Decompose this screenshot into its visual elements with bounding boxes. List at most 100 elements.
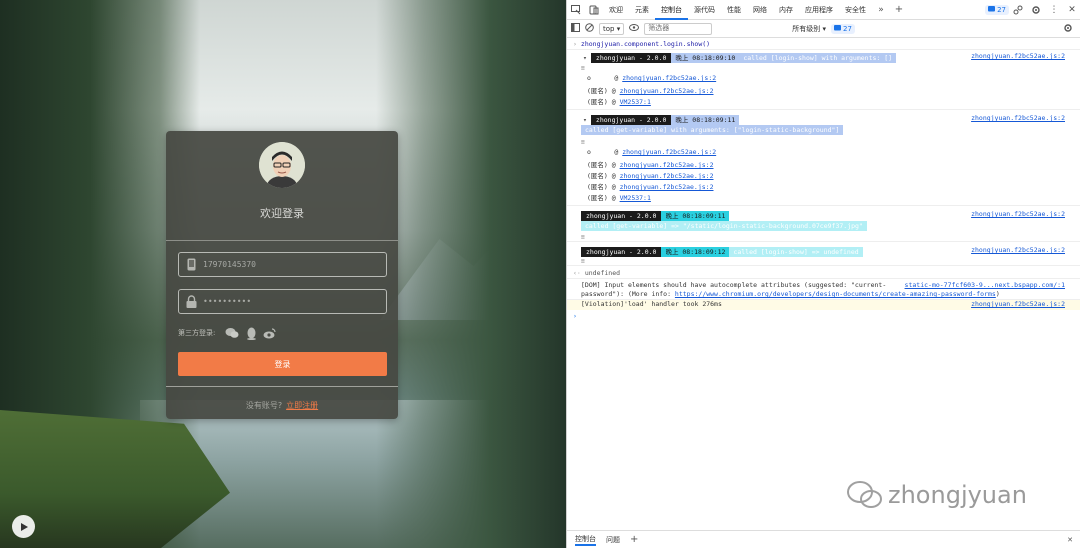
eye-icon[interactable]: [629, 24, 640, 33]
devtools-panel: 欢迎 元素 控制台 源代码 性能 网络 内存 应用程序 安全性 » + 27 ⋮…: [566, 0, 1080, 548]
divider: [166, 240, 398, 241]
stack-link[interactable]: VM2537:1: [620, 194, 651, 202]
tab-application[interactable]: 应用程序: [799, 0, 839, 20]
close-icon[interactable]: ✕: [1063, 0, 1080, 20]
phone-icon: [185, 258, 197, 272]
stack-link[interactable]: zhongjyuan.f2bc52ae.js:2: [620, 183, 714, 191]
stack-prefix: (匿名) @: [587, 194, 616, 202]
register-link[interactable]: 立即注册: [286, 401, 318, 410]
tab-network[interactable]: 网络: [747, 0, 773, 20]
stack-link[interactable]: zhongjyuan.f2bc52ae.js:2: [622, 74, 716, 82]
connect-icon[interactable]: [1009, 0, 1027, 20]
context-select[interactable]: top ▾: [599, 22, 625, 35]
tab-console[interactable]: 控制台: [655, 0, 688, 20]
dom-message-text: [DOM] Input elements should have autocom…: [581, 281, 887, 289]
log-time: 晚上 08:18:09:11: [671, 115, 740, 125]
tab-security[interactable]: 安全性: [839, 0, 872, 20]
inspect-icon[interactable]: [567, 0, 585, 20]
play-icon: [20, 522, 28, 531]
source-link[interactable]: zhongjyuan.f2bc52ae.js:2: [971, 210, 1065, 218]
more-tabs-icon[interactable]: »: [872, 0, 890, 20]
phone-input[interactable]: [203, 260, 373, 269]
console-settings-icon[interactable]: [1063, 23, 1073, 35]
stack-frame: (匿名) @ zhongjyuan.f2bc52ae.js:2: [587, 85, 1080, 95]
password-input[interactable]: [203, 297, 373, 306]
dom-message-text: password"): (More info:: [581, 290, 675, 298]
tab-welcome[interactable]: 欢迎: [603, 0, 629, 20]
stack-frame: (匿名) @ VM2537:1: [587, 192, 1080, 202]
levels-value: 所有级别: [792, 24, 821, 33]
stack-link[interactable]: zhongjyuan.f2bc52ae.js:2: [620, 87, 714, 95]
source-link[interactable]: zhongjyuan.f2bc52ae.js:2: [971, 52, 1065, 60]
close-drawer-icon[interactable]: ✕: [1067, 536, 1073, 544]
stack-frame: o @ zhongjyuan.f2bc52ae.js:2: [587, 74, 717, 82]
violation-text: [Violation]'load' handler took 276ms: [581, 300, 722, 308]
sidebar-toggle-icon[interactable]: [571, 23, 580, 34]
register-row: 没有账号? 立即注册: [166, 400, 398, 411]
console-prompt[interactable]: ›: [573, 312, 1080, 320]
lock-icon: [185, 295, 197, 309]
play-button[interactable]: [12, 515, 35, 538]
levels-badge[interactable]: 27: [830, 23, 855, 34]
levels-select[interactable]: 所有级别 ▾: [792, 24, 826, 34]
wechat-icon[interactable]: [225, 326, 239, 340]
stack-prefix: (匿名) @: [587, 172, 616, 180]
password-field[interactable]: [178, 289, 387, 314]
log-tag: zhongjyuan - 2.0.0: [590, 53, 672, 63]
clear-console-icon[interactable]: [585, 23, 594, 34]
stack-link[interactable]: zhongjyuan.f2bc52ae.js:2: [620, 172, 714, 180]
log-message: called [login-show] with arguments: []: [739, 53, 897, 63]
levels-count: 27: [842, 24, 852, 33]
log-time: 晚上 08:18:09:10: [671, 53, 740, 63]
drawer-tab-issues[interactable]: 问题: [606, 535, 620, 545]
tab-memory[interactable]: 内存: [773, 0, 799, 20]
third-party-label: 第三方登录:: [178, 329, 216, 337]
drawer-tab-bar: 控制台 问题 + ✕: [567, 530, 1080, 548]
phone-field[interactable]: [178, 252, 387, 277]
stack-prefix: (匿名) @: [587, 161, 616, 169]
log-group-header[interactable]: ▾ zhongjyuan - 2.0.0 晚上 08:18:09:11 zhongj…: [567, 114, 1080, 125]
stack-prefix: (匿名) @: [587, 98, 616, 106]
stack-frame: o @ zhongjyuan.f2bc52ae.js:2: [587, 148, 717, 156]
source-link[interactable]: zhongjyuan.f2bc52ae.js:2: [971, 300, 1065, 308]
filter-input[interactable]: [644, 22, 713, 35]
stack-prefix: (匿名) @: [587, 183, 616, 191]
console-output: › zhongjyuan.component.login.show() ▾ zhon…: [567, 38, 1080, 530]
dom-info-link[interactable]: https://www.chromium.org/developers/desi…: [675, 290, 996, 298]
qq-icon[interactable]: [244, 326, 258, 340]
log-message-row: called [get-variable] with arguments: ["…: [581, 125, 1080, 135]
log-time: 晚上 08:18:09:12: [661, 247, 730, 257]
tab-performance[interactable]: 性能: [721, 0, 747, 20]
login-button[interactable]: 登录: [178, 352, 387, 376]
issues-count: 27: [997, 5, 1006, 14]
stack-link[interactable]: VM2537:1: [620, 98, 651, 106]
add-tab-icon[interactable]: +: [890, 0, 908, 20]
context-value: top: [603, 24, 615, 33]
log-tag: zhongjyuan - 2.0.0: [581, 211, 662, 221]
result-text: undefined: [584, 269, 621, 277]
source-link[interactable]: zhongjyuan.f2bc52ae.js:2: [971, 114, 1065, 122]
weibo-icon[interactable]: [263, 326, 277, 340]
tab-sources[interactable]: 源代码: [688, 0, 721, 20]
log-tag: zhongjyuan - 2.0.0: [581, 247, 662, 257]
device-toolbar-icon[interactable]: [585, 0, 603, 20]
log-message: called [get-variable] => "/static/login-…: [581, 221, 867, 231]
add-drawer-tab-icon[interactable]: +: [630, 534, 638, 545]
command-text: zhongjyuan.component.login.show(): [580, 40, 711, 48]
issues-badge[interactable]: 27: [985, 4, 1009, 15]
avatar: [259, 142, 305, 188]
source-link[interactable]: zhongjyuan.f2bc52ae.js:2: [971, 246, 1065, 254]
stack-link[interactable]: zhongjyuan.f2bc52ae.js:2: [620, 161, 714, 169]
stack-link[interactable]: zhongjyuan.f2bc52ae.js:2: [622, 148, 716, 156]
log-tag: zhongjyuan - 2.0.0: [590, 115, 672, 125]
settings-icon[interactable]: [1027, 0, 1045, 20]
log-message: called [login-show] => undefined: [729, 247, 863, 257]
wechat-watermark-icon: [847, 481, 882, 508]
more-options-icon[interactable]: ⋮: [1045, 0, 1063, 20]
source-link[interactable]: static-mo-77fcf603-9...next.bspapp.com/:…: [905, 281, 1065, 289]
drawer-tab-console[interactable]: 控制台: [575, 534, 596, 546]
tab-elements[interactable]: 元素: [629, 0, 655, 20]
stack-frame: (匿名) @ zhongjyuan.f2bc52ae.js:2: [587, 170, 1080, 180]
console-toolbar: top ▾ 所有级别 ▾ 27: [567, 20, 1080, 38]
log-group-header[interactable]: ▾ zhongjyuan - 2.0.0 晚上 08:18:09:10 called …: [567, 52, 1080, 63]
